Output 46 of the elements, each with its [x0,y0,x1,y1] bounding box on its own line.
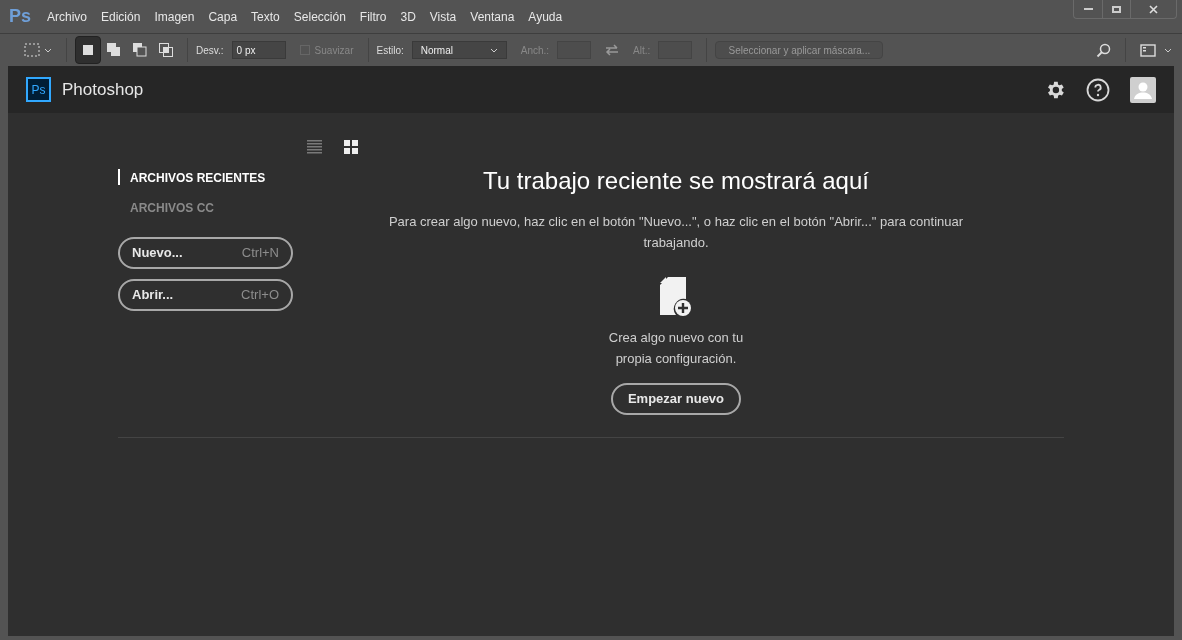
search-icon[interactable] [1096,42,1111,58]
create-new-text: Crea algo nuevo con tu propia configuración. [607,329,745,368]
chevron-down-icon [44,47,52,53]
photoshop-logo: Ps [26,77,51,102]
action-button[interactable]: Nuevo... Ctrl+N [118,237,293,269]
menu-item[interactable]: Texto [244,7,287,26]
feather-field[interactable]: 0 px [231,41,286,59]
help-icon[interactable] [1086,77,1110,102]
menu-item[interactable]: Imagen [147,7,202,26]
menu-item[interactable]: Vista [422,7,464,26]
grid-view-icon [344,140,358,154]
action-button[interactable]: Abrir... Ctrl+O [118,279,293,311]
selection-add-icon [106,42,122,58]
swap-icon[interactable] [605,44,620,56]
menu-item[interactable]: Filtro [352,7,394,26]
nav-tab[interactable]: ARCHIVOS CC [118,199,318,215]
app-title: Photoshop [62,78,144,101]
nav-tab[interactable]: ARCHIVOS RECIENTES [118,169,318,185]
menu-item[interactable]: Archivo [40,7,94,26]
menu-item[interactable]: Selección [286,7,353,26]
new-document-icon [660,277,692,317]
feather-label: Desv.: [196,43,224,58]
selection-intersect-icon [158,42,174,58]
view-toggle[interactable] [343,139,359,155]
menu-item[interactable]: Edición [94,7,148,26]
menu-item[interactable]: Ayuda [521,7,570,26]
menu-item[interactable]: 3D [393,7,423,26]
view-toggle[interactable] [306,139,323,155]
style-label: Estilo: [376,43,404,58]
selection-new-icon [80,42,96,58]
list-view-icon [307,140,322,154]
start-new-button[interactable]: Empezar nuevo [610,383,742,415]
empty-state-description: Para crear algo nuevo, haz clic en el botón "Nuevo...", o haz clic en el botón "Abrir..." para continuar trabajando. [387,213,965,252]
selection-subtract-icon [132,42,148,58]
menu-item[interactable]: Ventana [463,7,522,26]
chevron-down-icon[interactable] [1164,47,1172,53]
menu-item[interactable]: Capa [201,7,245,26]
chevron-down-icon [489,47,498,53]
workspace-icon[interactable] [1140,43,1156,57]
marquee-icon [24,43,40,57]
selection-mode-button[interactable] [75,36,101,64]
empty-state-heading: Tu trabajo reciente se mostrará aquí [483,166,869,196]
style-dropdown[interactable]: Normal [411,41,507,59]
user-avatar-icon[interactable] [1130,76,1156,103]
close-icon [1149,4,1158,14]
app-logo: Ps [8,5,32,28]
